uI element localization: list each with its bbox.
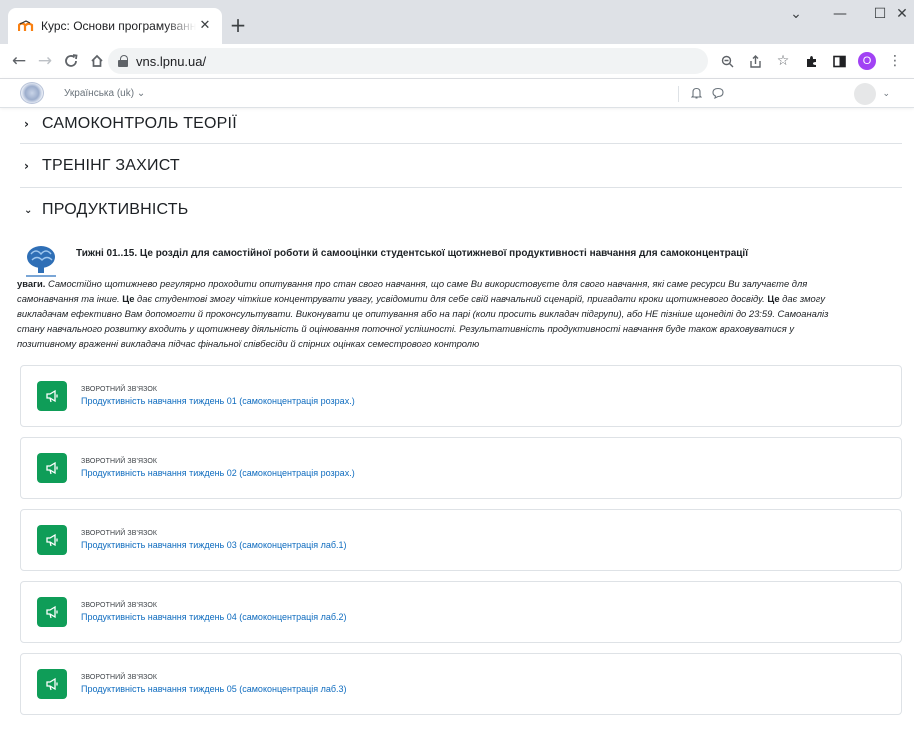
activity-item: Зворотний зв'язок Продуктивність навчанн… [20,437,902,499]
activity-type: Зворотний зв'язок [81,458,158,465]
home-icon[interactable] [84,48,110,74]
profile-avatar[interactable]: O [854,48,880,74]
feedback-megaphone-icon[interactable] [37,669,67,699]
language-selector[interactable]: Українська (uk) ⌄ [64,88,145,99]
chevron-right-icon[interactable]: › [24,159,42,173]
activity-type: Зворотний зв'язок [81,674,158,681]
activity-item: Зворотний зв'язок Продуктивність навчанн… [20,581,902,643]
share-icon[interactable] [742,48,768,74]
user-avatar[interactable] [854,83,877,105]
reload-icon[interactable] [58,48,84,74]
summary-bold: Це [122,293,135,304]
activity-type: Зворотний зв'язок [81,530,158,537]
activity-link[interactable]: Продуктивність навчання тиждень 04 (само… [81,612,347,622]
section-productivity[interactable]: ⌄ ПРОДУКТИВНІСТЬ [20,188,902,232]
tab-search-icon[interactable]: ⌄ [774,0,818,32]
summary-bold: Це [767,293,780,304]
notification-bell-icon[interactable] [691,87,703,102]
user-menu-chevron-icon[interactable]: ⌄ [882,89,890,99]
browser-tab[interactable]: Курс: Основи програмування, ч ✕ [8,8,222,44]
tab-title: Курс: Основи програмування, ч [41,19,196,33]
activity-link[interactable]: Продуктивність навчання тиждень 05 (само… [81,684,347,694]
zoom-icon[interactable] [714,48,740,74]
minimize-icon[interactable]: — [818,0,862,32]
moodle-favicon-icon [17,18,34,34]
user-nav: ⌄ [678,83,890,105]
summary-heading: Тижні 01..15. Це розділ для самостійної … [76,248,749,259]
url-text: vns.lpnu.ua/ [136,53,207,69]
section-summary: Тижні 01..15. Це розділ для самостійної … [17,240,902,351]
chevron-down-icon[interactable]: ⌄ [24,205,42,216]
section-training-defense[interactable]: › ТРЕНІНГ ЗАХИСТ [20,144,902,188]
chevron-down-icon: ⌄ [136,87,146,99]
side-panel-icon[interactable] [826,48,852,74]
activity-type: Зворотний зв'язок [81,386,158,393]
activity-item: Зворотний зв'язок Продуктивність навчанн… [20,509,902,571]
browser-tab-bar: Курс: Основи програмування, ч ✕ + ⌄ — ☐ … [0,0,914,44]
activity-item: Зворотний зв'язок Продуктивність навчанн… [20,365,902,427]
activity-link[interactable]: Продуктивність навчання тиждень 02 (само… [81,468,355,478]
messages-icon[interactable] [712,87,725,102]
activity-list: Зворотний зв'язок Продуктивність навчанн… [20,365,902,715]
lock-icon[interactable] [118,55,128,67]
forward-arrow-icon[interactable]: → [32,48,58,74]
section-title: ПРОДУКТИВНІСТЬ [42,201,189,218]
bookmark-star-icon[interactable]: ☆ [770,48,796,74]
address-bar[interactable]: vns.lpnu.ua/ [108,48,708,74]
activity-item: Зворотний зв'язок Продуктивність навчанн… [20,653,902,715]
menu-dots-icon[interactable]: ⋮ [882,48,908,74]
activity-link[interactable]: Продуктивність навчання тиждень 01 (само… [81,396,355,406]
feedback-megaphone-icon[interactable] [37,381,67,411]
section-title: ТРЕНІНГ ЗАХИСТ [42,156,180,174]
section-title: САМОКОНТРОЛЬ ТЕОРІЇ [42,114,237,132]
feedback-megaphone-icon[interactable] [37,525,67,555]
summary-text: уваги. Самостійно щотижнево регулярно пр… [17,276,847,351]
brain-icon [24,242,62,280]
feedback-megaphone-icon[interactable] [37,597,67,627]
summary-part: дає студентові змогу чіткіше концентрува… [134,293,768,304]
feedback-megaphone-icon[interactable] [37,453,67,483]
tab-close-icon[interactable]: ✕ [196,17,214,35]
section-self-control-theory[interactable]: › САМОКОНТРОЛЬ ТЕОРІЇ [20,104,902,144]
activity-link[interactable]: Продуктивність навчання тиждень 03 (само… [81,540,347,550]
toolbar-actions: ☆ O ⋮ [714,48,908,74]
new-tab-button[interactable]: + [226,14,250,38]
university-logo[interactable] [20,82,44,104]
browser-toolbar: ← → vns.lpnu.ua/ ☆ O ⋮ [0,44,914,78]
extensions-icon[interactable] [798,48,824,74]
chevron-right-icon[interactable]: › [24,117,42,131]
activity-type: Зворотний зв'язок [81,602,158,609]
divider [678,86,680,102]
close-window-icon[interactable]: ✕ [890,0,914,32]
course-content: › САМОКОНТРОЛЬ ТЕОРІЇ › ТРЕНІНГ ЗАХИСТ ⌄… [17,110,902,725]
back-arrow-icon[interactable]: ← [6,48,32,74]
